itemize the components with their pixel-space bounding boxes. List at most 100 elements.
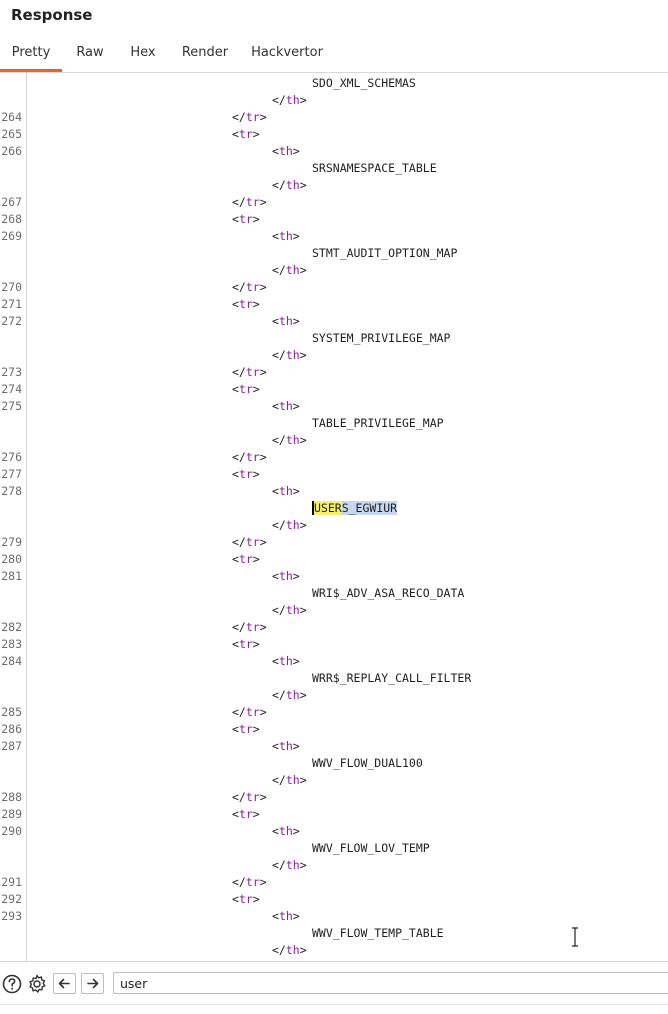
tag-name: tr: [245, 280, 260, 294]
arrow-left-icon[interactable]: [53, 973, 76, 994]
line-number: 282: [1, 620, 22, 634]
tag-name: tr: [238, 127, 253, 141]
tag-bracket: >: [299, 433, 307, 447]
tag-bracket: >: [259, 790, 267, 804]
code-line: <tr>: [232, 806, 260, 823]
tag-bracket: >: [252, 637, 260, 651]
code-line: <th>: [272, 738, 300, 755]
line-number: 290: [1, 824, 22, 838]
tag-name: th: [285, 178, 300, 192]
cell-text: SYSTEM_PRIVILEGE_MAP: [312, 331, 451, 345]
tag-name: tr: [238, 722, 253, 736]
tab-render[interactable]: Render: [176, 34, 234, 70]
tag-name: th: [285, 603, 300, 617]
view-tabs: Pretty Raw Hex Render Hackvertor: [0, 34, 668, 73]
code-line: <th>: [272, 228, 300, 245]
tag-name: tr: [245, 875, 260, 889]
tag-bracket: <: [272, 484, 279, 498]
line-number: 267: [1, 195, 22, 209]
tag-bracket: </: [232, 875, 246, 889]
tab-pretty[interactable]: Pretty: [0, 34, 62, 72]
tag-bracket: >: [259, 195, 267, 209]
tag-bracket: </: [272, 603, 286, 617]
arrow-right-icon[interactable]: [81, 973, 104, 994]
tag-bracket: >: [259, 450, 267, 464]
cell-text: WWV_FLOW_LOV_TEMP: [312, 841, 430, 855]
line-number: 285: [1, 705, 22, 719]
tab-pretty-label: Pretty: [11, 45, 51, 60]
tag-name: th: [278, 569, 293, 583]
tag-bracket: >: [292, 229, 300, 243]
tag-bracket: </: [232, 620, 246, 634]
tag-bracket: </: [272, 263, 286, 277]
tag-name: th: [278, 484, 293, 498]
code-line: WRR$_REPLAY_CALL_FILTER: [312, 670, 471, 687]
cell-text: TABLE_PRIVILEGE_MAP: [312, 416, 444, 430]
text-cursor-icon: [570, 927, 580, 947]
tag-bracket: <: [232, 892, 239, 906]
tag-bracket: </: [232, 280, 246, 294]
tag-name: th: [278, 314, 293, 328]
tag-bracket: >: [299, 603, 307, 617]
line-number: 276: [1, 450, 22, 464]
tag-name: th: [285, 263, 300, 277]
code-line: </th>: [272, 857, 307, 874]
code-editor[interactable]: 264 265 266 267 268 269 270 271 272 273 274 275 276 2…: [0, 72, 668, 961]
gear-icon[interactable]: [26, 973, 48, 995]
tag-name: tr: [245, 535, 260, 549]
tag-bracket: <: [232, 722, 239, 736]
tag-name: tr: [238, 382, 253, 396]
code-line: USERS_EGWIUR: [312, 500, 398, 517]
tag-name: tr: [238, 637, 253, 651]
code-line: <tr>: [232, 296, 260, 313]
search-match-highlight: USER: [312, 501, 342, 515]
tag-bracket: </: [272, 518, 286, 532]
tag-bracket: >: [299, 93, 307, 107]
line-number: 281: [1, 569, 22, 583]
tag-name: th: [285, 943, 300, 957]
tag-name: th: [285, 773, 300, 787]
line-number: 278: [1, 484, 22, 498]
tab-hackvertor[interactable]: Hackvertor: [246, 34, 328, 70]
panel-title: Response: [11, 6, 93, 24]
tag-bracket: <: [272, 399, 279, 413]
tag-bracket: >: [299, 178, 307, 192]
code-line: <tr>: [232, 551, 260, 568]
tag-bracket: </: [272, 433, 286, 447]
tag-bracket: >: [299, 688, 307, 702]
tab-hex-label: Hex: [130, 45, 156, 60]
tag-name: tr: [238, 892, 253, 906]
code-line: </th>: [272, 687, 307, 704]
tab-raw[interactable]: Raw: [67, 34, 113, 70]
code-line: </th>: [272, 92, 307, 109]
question-circle-icon[interactable]: [1, 973, 23, 995]
code-line: </th>: [272, 347, 307, 364]
tag-bracket: >: [299, 263, 307, 277]
search-input[interactable]: [113, 972, 668, 994]
tag-name: tr: [245, 195, 260, 209]
line-number: 274: [1, 382, 22, 396]
tag-bracket: </: [272, 688, 286, 702]
tab-hex[interactable]: Hex: [121, 34, 165, 70]
tag-bracket: >: [259, 365, 267, 379]
line-number: 272: [1, 314, 22, 328]
code-line: </tr>: [232, 109, 267, 126]
code-line: </th>: [272, 772, 307, 789]
tag-bracket: >: [292, 654, 300, 668]
code-line: <tr>: [232, 211, 260, 228]
tag-name: tr: [238, 212, 253, 226]
code-line: </tr>: [232, 619, 267, 636]
tag-bracket: </: [272, 943, 286, 957]
tag-name: tr: [245, 450, 260, 464]
tag-bracket: >: [252, 212, 260, 226]
cell-text: STMT_AUDIT_OPTION_MAP: [312, 246, 458, 260]
code-line: </tr>: [232, 364, 267, 381]
tag-bracket: >: [259, 875, 267, 889]
code-line: <tr>: [232, 721, 260, 738]
line-number: 293: [1, 909, 22, 923]
cell-text: WWV_FLOW_TEMP_TABLE: [312, 926, 444, 940]
tab-raw-label: Raw: [76, 45, 104, 60]
code-line: </th>: [272, 942, 307, 959]
tag-bracket: >: [259, 535, 267, 549]
tag-bracket: </: [272, 858, 286, 872]
